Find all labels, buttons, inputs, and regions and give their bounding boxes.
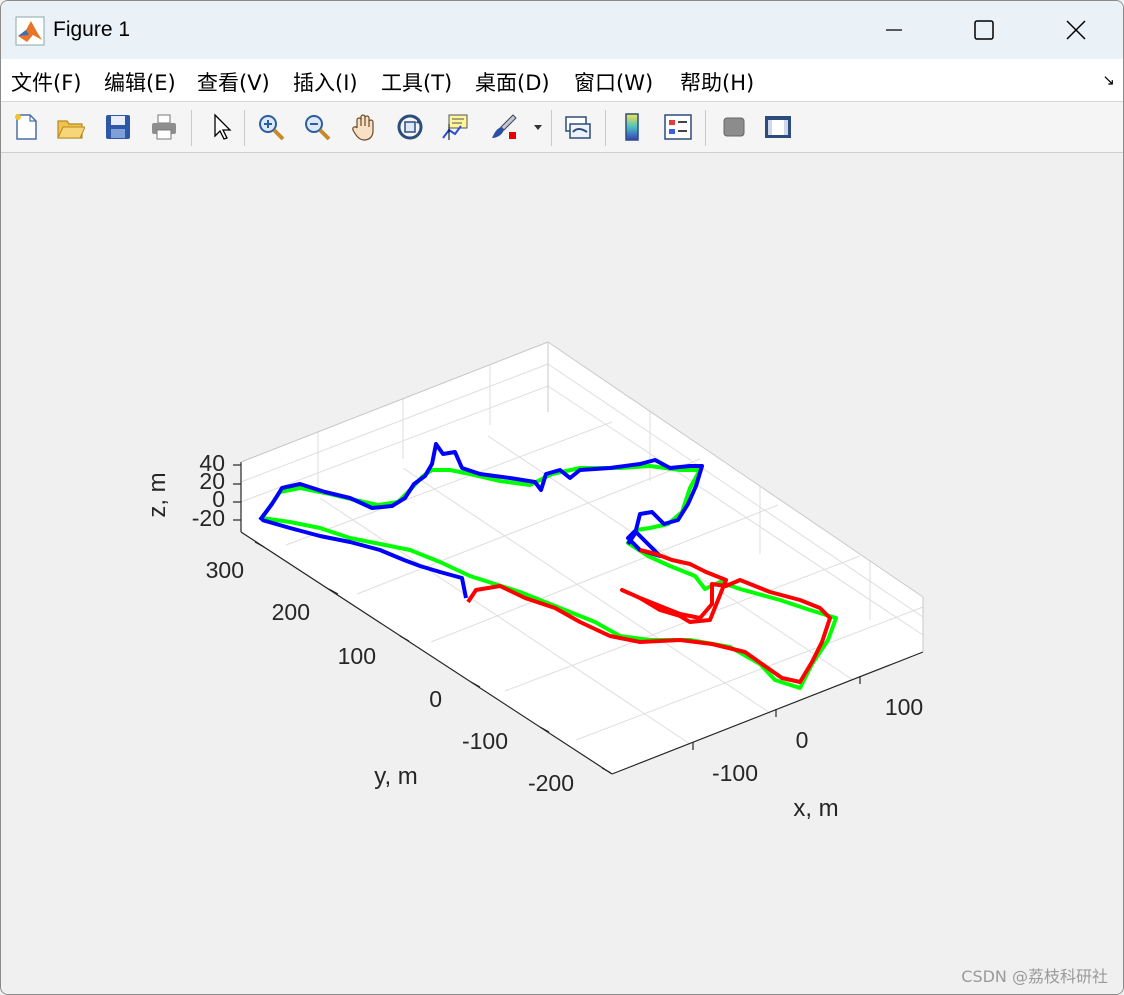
dock-arrow-icon[interactable]: ↘ [1102, 71, 1115, 89]
y-tick-label: 200 [272, 599, 310, 625]
y-tick-label: 100 [338, 643, 376, 669]
open-file-icon[interactable] [53, 110, 87, 144]
rotate-3d-icon[interactable] [393, 110, 427, 144]
y-axis-label: y, m [374, 763, 418, 790]
toolbar-separator [551, 110, 552, 146]
x-axis-label: x, m [793, 795, 838, 822]
select-arrow-icon[interactable] [204, 110, 238, 144]
menu-window[interactable]: 窗口(W) [574, 67, 653, 97]
hide-plot-tools-icon[interactable] [717, 110, 751, 144]
toolbar-separator [605, 110, 606, 146]
menu-edit[interactable]: 编辑(E) [104, 67, 176, 97]
toolbar-separator [191, 110, 192, 146]
maximize-button[interactable] [937, 1, 1031, 59]
minimize-button[interactable] [847, 1, 941, 59]
figure-toolbar [1, 102, 1123, 153]
z-tick-label: -20 [192, 505, 225, 531]
menu-help[interactable]: 帮助(H) [680, 67, 754, 97]
link-plot-icon[interactable] [561, 110, 595, 144]
x-tick-label: -100 [712, 760, 758, 786]
show-plot-tools-icon[interactable] [761, 110, 795, 144]
y-tick-label: -200 [528, 770, 574, 796]
colorbar-icon[interactable] [615, 110, 649, 144]
toolbar-separator [244, 110, 245, 146]
z-tick-marks [233, 464, 241, 521]
watermark-text: CSDN @荔枝科研社 [961, 967, 1108, 986]
print-icon[interactable] [147, 110, 181, 144]
menu-bar: 文件(F) 编辑(E) 查看(V) 插入(I) 工具(T) 桌面(D) 窗口(W… [1, 59, 1123, 102]
z-axis-label: z, m [144, 472, 171, 517]
matlab-logo-icon [15, 16, 45, 46]
new-figure-icon[interactable] [9, 110, 43, 144]
title-bar[interactable]: Figure 1 [1, 1, 1123, 59]
menu-insert[interactable]: 插入(I) [293, 67, 358, 97]
menu-desktop[interactable]: 桌面(D) [475, 67, 550, 97]
legend-icon[interactable] [661, 110, 695, 144]
minimize-icon [886, 29, 902, 31]
zoom-out-icon[interactable] [300, 110, 334, 144]
data-cursor-icon[interactable] [439, 110, 473, 144]
window-title: Figure 1 [53, 18, 131, 41]
zoom-in-icon[interactable] [254, 110, 288, 144]
save-icon[interactable] [101, 110, 135, 144]
y-tick-label: 300 [206, 557, 244, 583]
menu-view[interactable]: 查看(V) [197, 67, 270, 97]
close-icon [1066, 20, 1086, 40]
brush-dropdown-icon[interactable] [529, 110, 547, 144]
y-tick-label: 0 [429, 686, 442, 712]
y-tick-label: -100 [462, 728, 508, 754]
x-tick-label: 100 [885, 694, 923, 720]
toolbar-separator [705, 110, 706, 146]
plot-3d-axes[interactable]: 40 20 0 -20 z, m 300 200 100 0 -100 -200… [0, 152, 1124, 994]
pan-hand-icon[interactable] [347, 110, 381, 144]
menu-tools[interactable]: 工具(T) [381, 67, 452, 97]
x-tick-label: 0 [796, 727, 809, 753]
maximize-icon [974, 20, 994, 40]
close-button[interactable] [1029, 1, 1123, 59]
menu-file[interactable]: 文件(F) [11, 67, 81, 97]
brush-icon[interactable] [487, 110, 521, 144]
